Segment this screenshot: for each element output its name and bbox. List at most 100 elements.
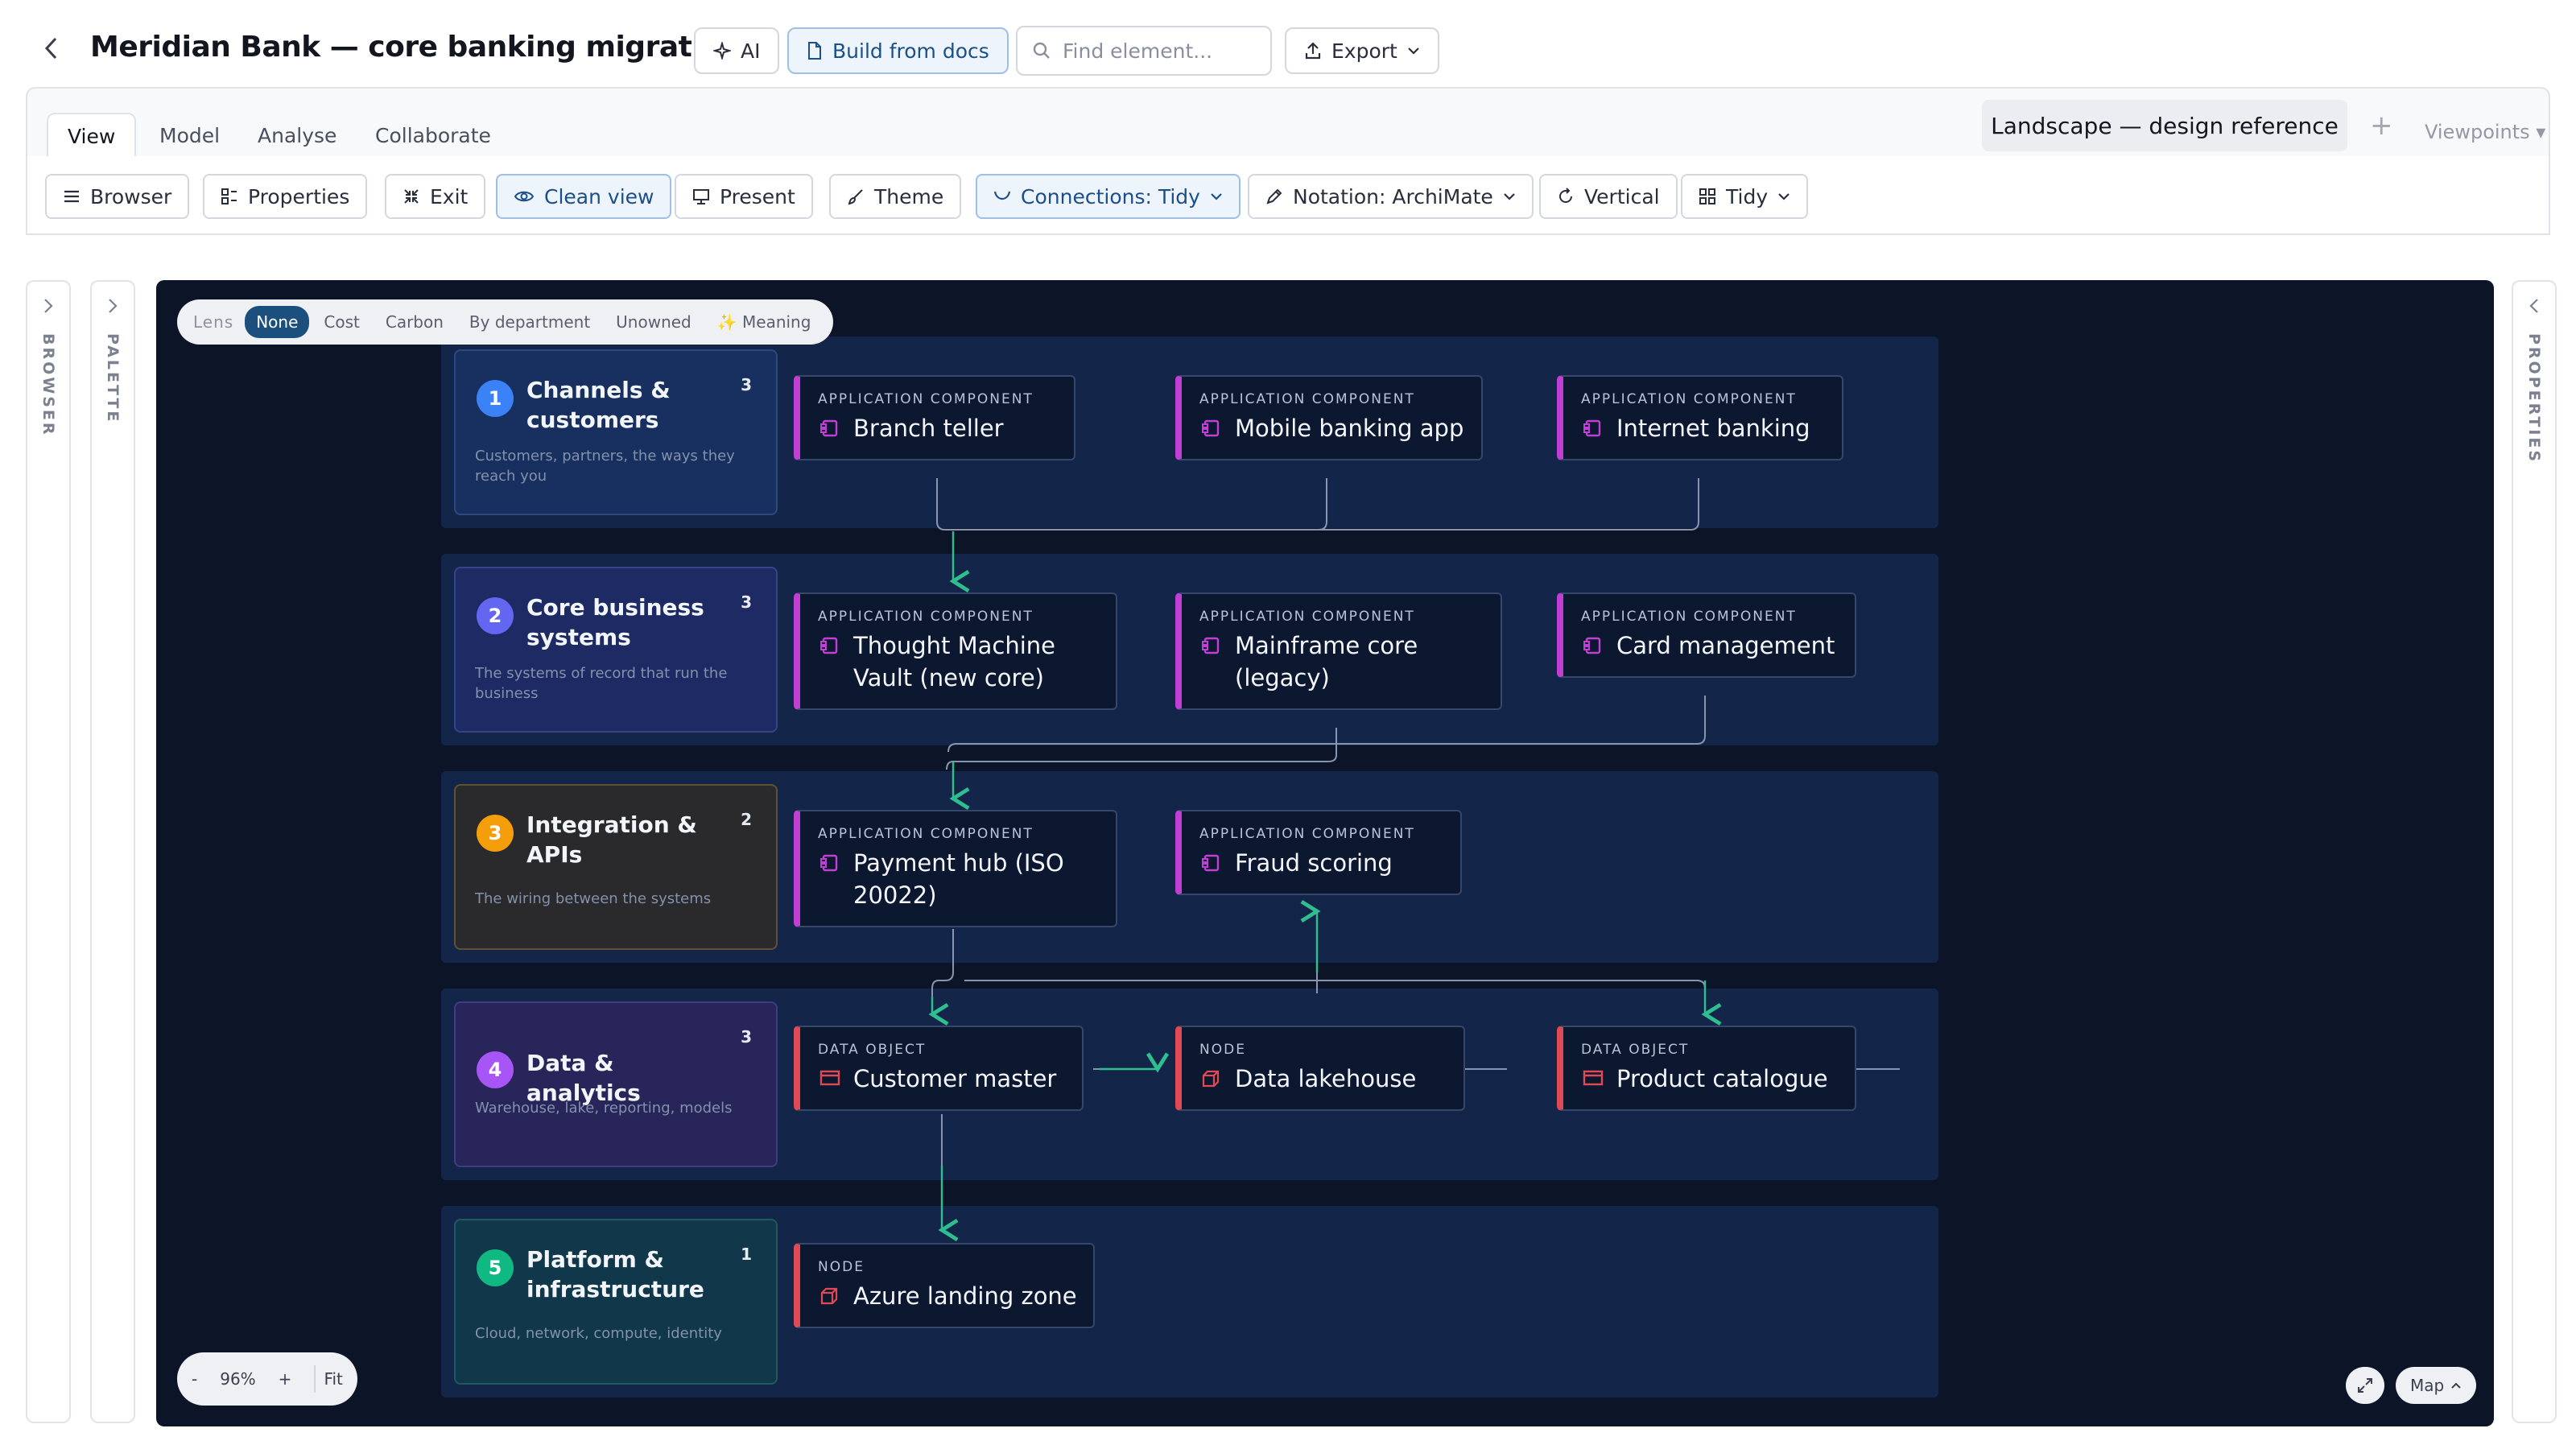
monitor-icon xyxy=(693,189,709,204)
element-product-catalogue[interactable]: DATA OBJECT Product catalogue xyxy=(1557,1026,1856,1111)
element-type: APPLICATION COMPONENT xyxy=(1199,391,1415,407)
element-name: Payment hub (ISO 20022) xyxy=(853,847,1064,911)
zoom-in-button[interactable]: + xyxy=(279,1369,292,1389)
add-view-button[interactable]: + xyxy=(2370,109,2393,142)
properties-button[interactable]: Properties xyxy=(203,174,368,219)
zoom-out-button[interactable]: - xyxy=(192,1369,197,1389)
theme-button[interactable]: Theme xyxy=(829,174,962,219)
group-number-badge: 5 xyxy=(477,1249,514,1286)
upload-icon xyxy=(1305,42,1321,60)
element-name-line-2: 20022) xyxy=(853,881,937,909)
search-input[interactable]: Find element... xyxy=(1016,26,1272,76)
group-integration-apis[interactable]: 3 Integration & APIs 2 The wiring betwee… xyxy=(454,784,778,950)
tab-collaborate[interactable]: Collaborate xyxy=(356,113,510,158)
group-title: Integration & APIs xyxy=(526,811,697,868)
palette-panel-collapsed[interactable]: PALETTE xyxy=(90,280,135,1423)
element-mobile-banking-app[interactable]: APPLICATION COMPONENT Mobile banking app xyxy=(1175,375,1483,460)
lens-option-carbon[interactable]: Carbon xyxy=(374,306,455,338)
connector-payment-customer xyxy=(931,929,954,1009)
group-number-badge: 1 xyxy=(477,380,514,417)
viewpoints-dropdown[interactable]: Viewpoints ▾ xyxy=(2425,121,2545,143)
element-type: APPLICATION COMPONENT xyxy=(1199,826,1415,842)
element-card-management[interactable]: APPLICATION COMPONENT Card management xyxy=(1557,592,1856,678)
tab-view[interactable]: View xyxy=(47,113,137,158)
element-type: APPLICATION COMPONENT xyxy=(1199,609,1415,625)
element-fraud-scoring[interactable]: APPLICATION COMPONENT Fraud scoring xyxy=(1175,810,1462,895)
notation-dropdown[interactable]: Notation: ArchiMate xyxy=(1248,174,1534,219)
element-type: APPLICATION COMPONENT xyxy=(818,391,1034,407)
group-data-analytics[interactable]: 4 Data & analytics 3 Warehouse, lake, re… xyxy=(454,1001,778,1167)
lens-option-meaning[interactable]: ✨ Meaning xyxy=(706,306,823,338)
vertical-button[interactable]: Vertical xyxy=(1539,174,1678,219)
group-description: Cloud, network, compute, identity xyxy=(475,1325,722,1342)
clean-view-button[interactable]: Clean view xyxy=(496,174,672,219)
application-component-icon xyxy=(1202,854,1220,872)
lens-option-unowned[interactable]: Unowned xyxy=(605,306,703,338)
page-title: Meridian Bank — core banking migration xyxy=(90,31,741,64)
properties-panel-collapsed[interactable]: PROPERTIES xyxy=(2512,280,2557,1423)
properties-label: Properties xyxy=(248,184,350,208)
group-core-business-systems[interactable]: 2 Core business systems 3 The systems of… xyxy=(454,567,778,733)
diagram-canvas[interactable]: Lens None Cost Carbon By department Unow… xyxy=(156,280,2494,1426)
application-component-icon xyxy=(820,637,838,654)
connector-mobile-banking xyxy=(953,478,1327,530)
zoom-divider xyxy=(314,1365,316,1393)
minimap-toggle[interactable]: Map xyxy=(2396,1367,2477,1404)
palette-panel-label: PALETTE xyxy=(104,333,122,424)
ai-button[interactable]: AI xyxy=(694,27,780,74)
export-button[interactable]: Export xyxy=(1285,27,1439,74)
element-mainframe-core[interactable]: APPLICATION COMPONENT Mainframe core (leg… xyxy=(1175,592,1502,710)
group-number-badge: 3 xyxy=(477,815,514,852)
search-icon xyxy=(1033,42,1050,59)
lens-option-cost[interactable]: Cost xyxy=(312,306,370,338)
element-type: DATA OBJECT xyxy=(1581,1042,1690,1058)
vertical-label: Vertical xyxy=(1584,184,1660,208)
group-count: 3 xyxy=(741,1027,752,1046)
element-type: NODE xyxy=(1199,1042,1246,1058)
ai-label: AI xyxy=(741,39,761,63)
viewpoints-label: Viewpoints xyxy=(2425,121,2530,143)
connections-dropdown[interactable]: Connections: Tidy xyxy=(976,174,1241,219)
chevron-left-icon xyxy=(44,37,57,60)
element-payment-hub[interactable]: APPLICATION COMPONENT Payment hub (ISO 20… xyxy=(794,810,1117,927)
menu-bar: View Model Analyse Collaborate Landscape… xyxy=(26,87,2550,158)
group-count: 2 xyxy=(741,810,752,829)
element-branch-teller[interactable]: APPLICATION COMPONENT Branch teller xyxy=(794,375,1075,460)
active-view-tab[interactable]: Landscape — design reference xyxy=(1982,100,2347,151)
lens-option-by-department[interactable]: By department xyxy=(458,306,601,338)
element-internet-banking[interactable]: APPLICATION COMPONENT Internet banking xyxy=(1557,375,1843,460)
back-button[interactable] xyxy=(37,34,66,63)
group-channels-customers[interactable]: 1 Channels & customers 3 Customers, part… xyxy=(454,349,778,515)
element-customer-master[interactable]: DATA OBJECT Customer master xyxy=(794,1026,1084,1111)
element-data-lakehouse[interactable]: NODE Data lakehouse xyxy=(1175,1026,1465,1111)
browser-button[interactable]: Browser xyxy=(45,174,190,219)
lens-option-none[interactable]: None xyxy=(245,306,310,338)
fullscreen-button[interactable] xyxy=(2346,1367,2384,1404)
build-from-docs-button[interactable]: Build from docs xyxy=(787,27,1009,74)
group-description: The systems of record that run the busin… xyxy=(475,665,728,702)
element-type: APPLICATION COMPONENT xyxy=(818,826,1034,842)
exit-button[interactable]: Exit xyxy=(385,174,486,219)
search-placeholder: Find element... xyxy=(1063,39,1213,63)
element-azure-landing-zone[interactable]: NODE Azure landing zone xyxy=(794,1243,1095,1328)
element-type: APPLICATION COMPONENT xyxy=(818,609,1034,625)
chevron-down-icon xyxy=(1504,193,1515,200)
tab-analyse[interactable]: Analyse xyxy=(238,113,356,158)
clean-view-label: Clean view xyxy=(544,184,654,208)
element-name-line-1: Thought Machine xyxy=(853,632,1055,659)
connector-mainframe xyxy=(946,728,1337,770)
application-component-icon xyxy=(820,419,838,437)
application-component-icon xyxy=(1202,637,1220,654)
tidy-dropdown[interactable]: Tidy xyxy=(1681,174,1809,219)
element-name: Card management xyxy=(1616,632,1835,659)
group-platform-infrastructure[interactable]: 5 Platform & infrastructure 1 Cloud, net… xyxy=(454,1219,778,1385)
tab-model[interactable]: Model xyxy=(140,113,239,158)
toolbar: Browser Properties Exit Clean view Prese… xyxy=(26,156,2550,235)
application-component-icon xyxy=(1583,419,1601,437)
present-button[interactable]: Present xyxy=(675,174,813,219)
element-thought-machine-vault[interactable]: APPLICATION COMPONENT Thought Machine Vau… xyxy=(794,592,1117,710)
fit-button[interactable]: Fit xyxy=(324,1369,342,1389)
group-description: The wiring between the systems xyxy=(475,890,712,907)
browser-panel-collapsed[interactable]: BROWSER xyxy=(26,280,71,1423)
grid-icon xyxy=(1699,188,1715,204)
